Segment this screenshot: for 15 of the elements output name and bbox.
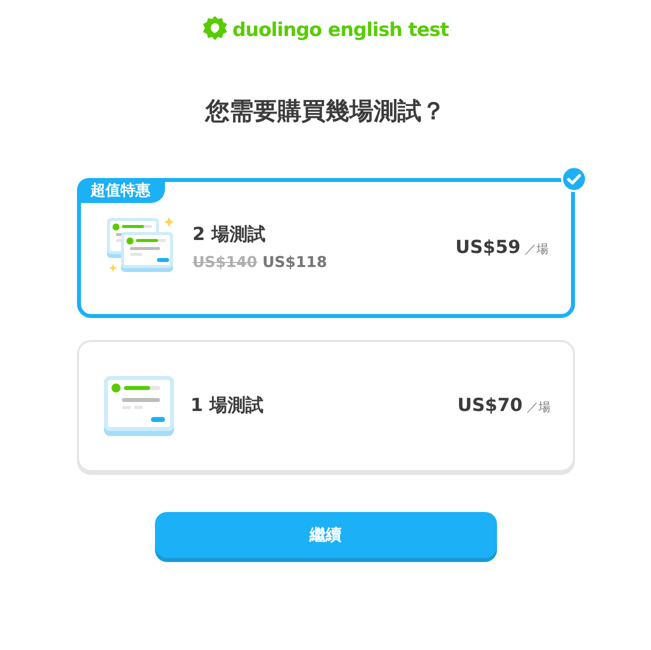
total-price: US$118 (262, 253, 328, 272)
option-name: 2 場測試 (192, 223, 266, 248)
test-card-icon (102, 376, 174, 436)
original-price: US$140 (192, 253, 258, 272)
option-card[interactable]: 超值特惠 2 場測試 US$140 US$118 US$59 ／場 (76, 178, 574, 318)
deal-badge: 超值特惠 (76, 178, 164, 204)
price-per-test: US$70 (457, 394, 522, 418)
option-name: 1 場測試 (190, 394, 264, 418)
logo-text: duolingo english test (232, 18, 449, 43)
price-unit: ／場 (524, 241, 548, 258)
option-card[interactable]: 1 場測試 US$70 ／場 (76, 340, 574, 472)
page-title: 您需要購買幾場測試？ (206, 97, 446, 126)
price-per-test: US$59 (455, 236, 520, 260)
price-unit: ／場 (526, 399, 550, 416)
check-icon (560, 166, 586, 192)
